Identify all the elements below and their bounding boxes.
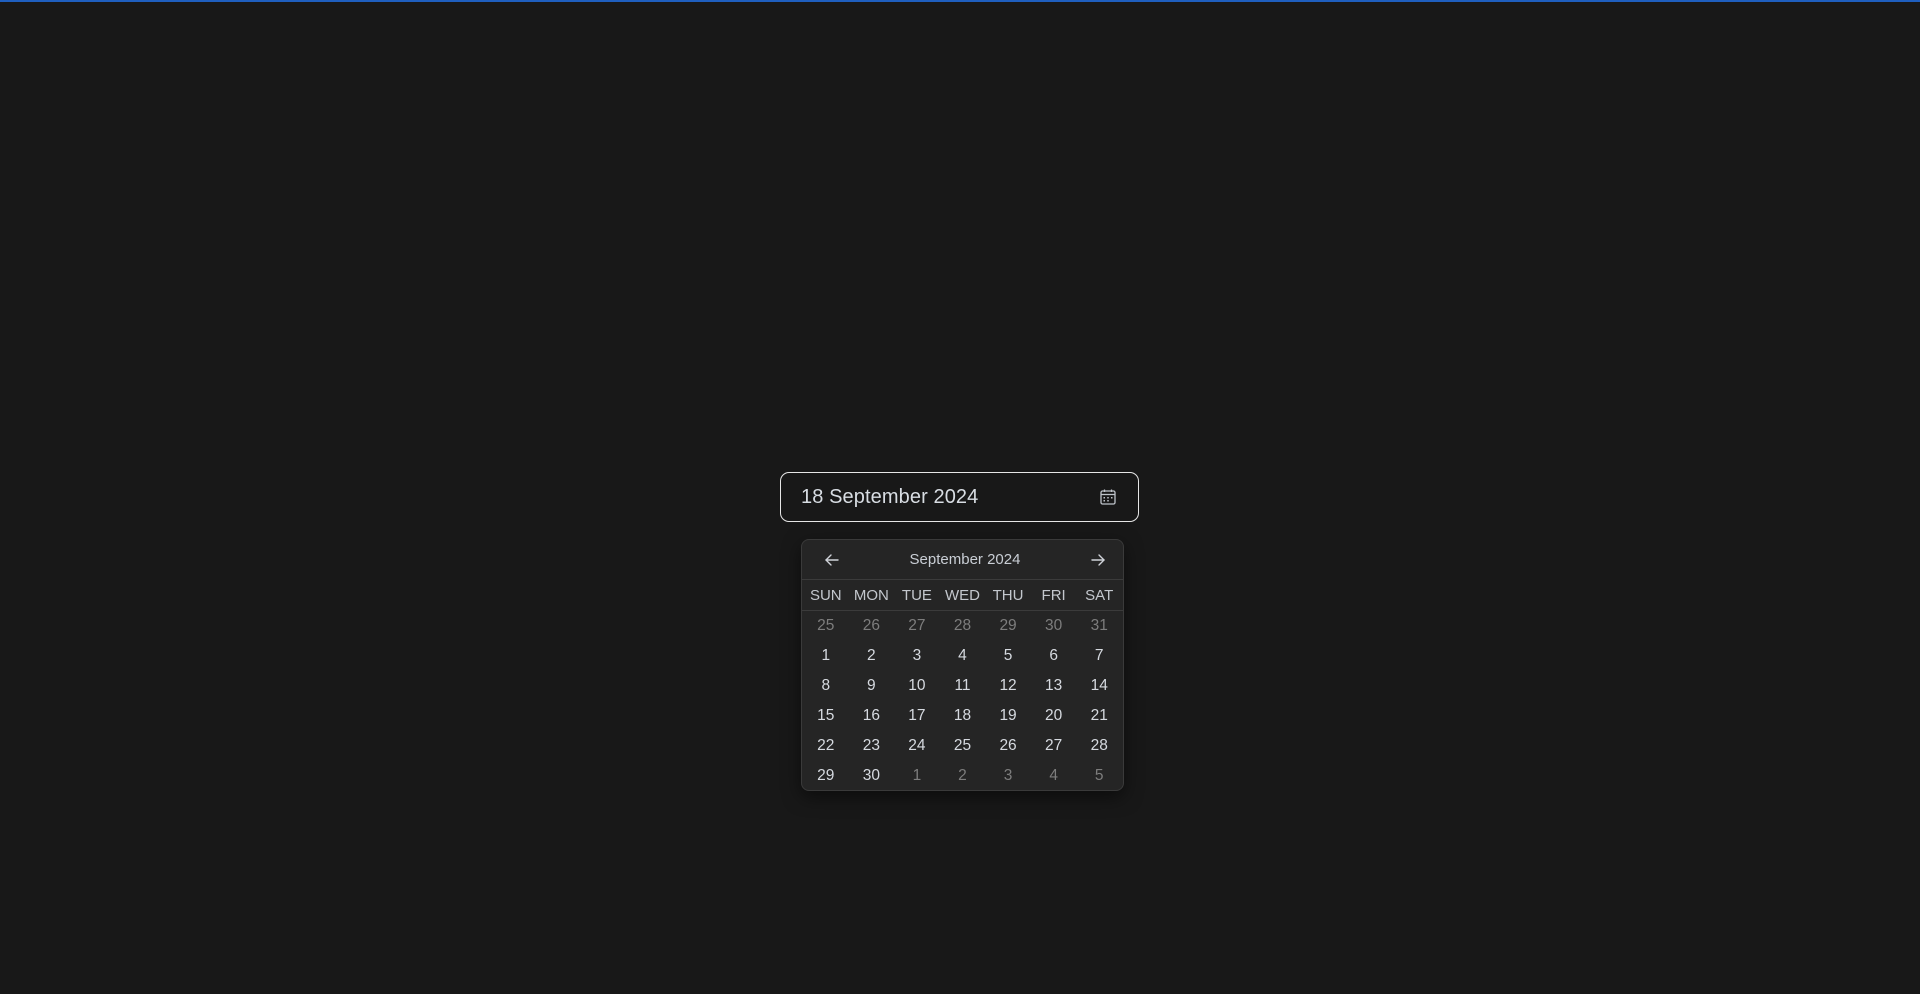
day-cell-outside-month[interactable]: 26 — [849, 611, 895, 641]
date-picker-field[interactable]: 18 September 2024 — [780, 472, 1139, 522]
day-cell[interactable]: 8 — [803, 671, 849, 701]
day-cell[interactable]: 28 — [1076, 731, 1122, 761]
arrow-left-icon[interactable] — [819, 547, 845, 573]
day-cell-outside-month[interactable]: 29 — [985, 611, 1031, 641]
day-cell[interactable]: 25 — [940, 731, 986, 761]
calendar-icon[interactable] — [1097, 486, 1119, 508]
day-cell-outside-month[interactable]: 3 — [985, 761, 1031, 790]
month-label: September 2024 — [909, 551, 1021, 568]
day-cell[interactable]: 24 — [894, 731, 940, 761]
day-cell[interactable]: 16 — [849, 701, 895, 731]
day-cell[interactable]: 30 — [849, 761, 895, 790]
day-cell[interactable]: 29 — [803, 761, 849, 790]
day-cell[interactable]: 5 — [985, 641, 1031, 671]
day-cell-outside-month[interactable]: 5 — [1076, 761, 1122, 790]
day-cell[interactable]: 27 — [1031, 731, 1077, 761]
day-cell[interactable]: 9 — [849, 671, 895, 701]
day-cell-outside-month[interactable]: 27 — [894, 611, 940, 641]
day-cell-outside-month[interactable]: 28 — [940, 611, 986, 641]
day-cell[interactable]: 14 — [1076, 671, 1122, 701]
top-accent-bar — [0, 0, 1920, 2]
weekday-label: SUN — [809, 586, 842, 604]
weekday-label: SAT — [1085, 586, 1114, 604]
day-cell[interactable]: 11 — [940, 671, 986, 701]
day-cell-outside-month[interactable]: 31 — [1076, 611, 1122, 641]
day-cell-outside-month[interactable]: 25 — [803, 611, 849, 641]
day-cell-outside-month[interactable]: 1 — [894, 761, 940, 790]
weekday-label: MON — [853, 586, 889, 604]
day-cell[interactable]: 23 — [849, 731, 895, 761]
day-cell[interactable]: 10 — [894, 671, 940, 701]
day-cell-outside-month[interactable]: 30 — [1031, 611, 1077, 641]
day-cell[interactable]: 3 — [894, 641, 940, 671]
weekday-label: FRI — [1041, 586, 1066, 604]
day-cell[interactable]: 21 — [1076, 701, 1122, 731]
weekday-label: TUE — [901, 586, 932, 604]
day-cell[interactable]: 2 — [849, 641, 895, 671]
day-cell[interactable]: 1 — [803, 641, 849, 671]
day-cell[interactable]: 22 — [803, 731, 849, 761]
weekday-label: WED — [944, 586, 980, 604]
day-cell[interactable]: 6 — [1031, 641, 1077, 671]
day-cell[interactable]: 17 — [894, 701, 940, 731]
day-cell[interactable]: 26 — [985, 731, 1031, 761]
day-cell-outside-month[interactable]: 2 — [940, 761, 986, 790]
weekday-label: THU — [992, 586, 1024, 604]
day-cell[interactable]: 12 — [985, 671, 1031, 701]
weekday-header-row: SUN MON TUE WED THU FRI SAT — [802, 580, 1123, 611]
day-cell[interactable]: 19 — [985, 701, 1031, 731]
calendar-header: September 2024 — [802, 540, 1123, 580]
day-cell[interactable]: 20 — [1031, 701, 1077, 731]
arrow-right-icon[interactable] — [1085, 547, 1111, 573]
date-value: 18 September 2024 — [801, 485, 979, 508]
day-cell[interactable]: 7 — [1076, 641, 1122, 671]
day-cell[interactable]: 4 — [940, 641, 986, 671]
day-grid: 25 26 27 28 29 30 31 1 2 3 4 5 6 7 8 9 10 11 12 13 14 15 16 17 1… — [802, 611, 1123, 790]
calendar-popover: September 2024 SUN MON TUE WED THU FRI SAT 25 2… — [801, 539, 1124, 791]
day-cell[interactable]: 15 — [803, 701, 849, 731]
day-cell[interactable]: 18 — [940, 701, 986, 731]
day-cell-outside-month[interactable]: 4 — [1031, 761, 1077, 790]
day-cell[interactable]: 13 — [1031, 671, 1077, 701]
